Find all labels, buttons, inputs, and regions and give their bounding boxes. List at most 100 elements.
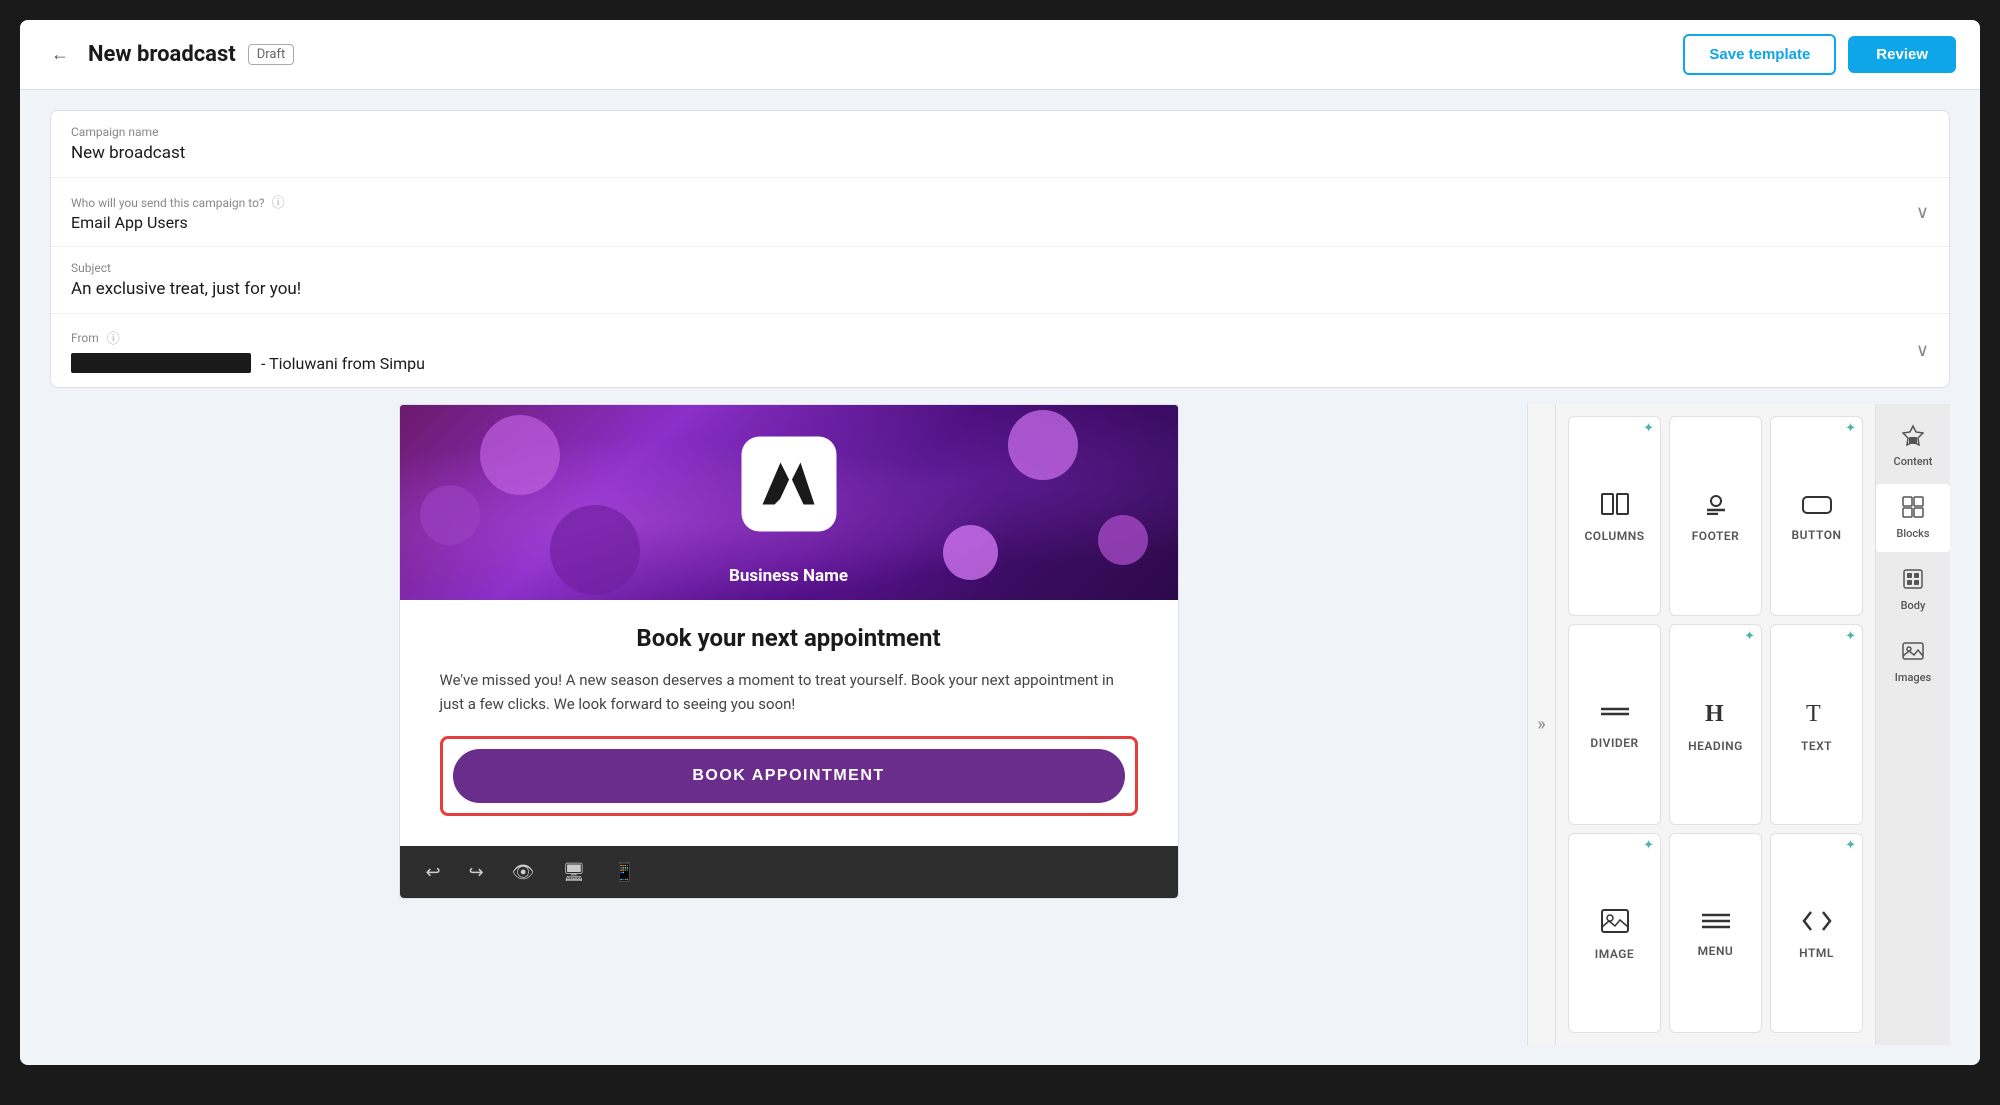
subject-value[interactable]: An exclusive treat, just for you! (71, 279, 1929, 299)
form-section: Campaign name New broadcast Who will you… (50, 110, 1950, 388)
draft-badge: Draft (248, 44, 295, 65)
from-info-icon: ⓘ (107, 328, 120, 347)
footer-icon (1704, 493, 1728, 521)
decor-flower-2 (420, 485, 480, 545)
save-template-button[interactable]: Save template (1683, 34, 1836, 75)
from-name: - Tioluwani from Simpu (261, 354, 425, 373)
blocks-grid: ✦ COLUMNS (1556, 404, 1875, 1045)
logo-icon (763, 463, 815, 505)
content-area: Campaign name New broadcast Who will you… (20, 90, 1980, 1065)
block-item-html[interactable]: ✦ HTML (1770, 833, 1863, 1033)
text-icon: T (1804, 699, 1830, 731)
images-panel-icon (1902, 640, 1924, 667)
right-panel-content[interactable]: Content (1876, 412, 1950, 480)
header: ← New broadcast Draft Save template Revi… (20, 20, 1980, 90)
page-title: New broadcast (88, 42, 236, 67)
block-item-menu[interactable]: MENU (1669, 833, 1762, 1033)
move-icon-heading: ✦ (1744, 629, 1755, 644)
heading-label: HEADING (1688, 739, 1743, 753)
from-value: - Tioluwani from Simpu (71, 353, 1916, 373)
divider-label: DIVIDER (1590, 736, 1638, 750)
editor-toolbar: ↩ ↪ 👁 🖥 📱 (400, 846, 1178, 898)
recipients-row: Who will you send this campaign to? ⓘ Em… (51, 178, 1949, 247)
move-icon-text: ✦ (1845, 629, 1856, 644)
from-email-bar (71, 353, 251, 373)
block-item-image[interactable]: ✦ IMAGE (1568, 833, 1661, 1033)
email-heading: Book your next appointment (440, 624, 1138, 652)
text-label: TEXT (1801, 739, 1832, 753)
hero-business-name: Business Name (729, 566, 848, 586)
recipients-dropdown-icon[interactable]: ∨ (1916, 202, 1929, 223)
block-item-text[interactable]: ✦ T TEXT (1770, 624, 1863, 824)
subject-label: Subject (71, 261, 1929, 275)
heading-icon: H (1703, 699, 1729, 731)
back-button[interactable]: ← (44, 39, 76, 71)
editor-sidebar-row: Business Name Book your next appointment… (50, 404, 1950, 1045)
back-icon: ← (51, 44, 69, 65)
decor-flower-4 (1098, 515, 1148, 565)
recipients-value: Email App Users (71, 213, 285, 232)
redo-button[interactable]: ↪ (463, 856, 490, 889)
preview-button[interactable]: 👁 (506, 856, 541, 889)
email-content: Book your next appointment We've missed … (400, 600, 1178, 846)
from-label: From ⓘ (71, 328, 1916, 347)
button-label: BUTTON (1792, 528, 1842, 542)
move-icon-image: ✦ (1643, 838, 1654, 853)
block-item-footer[interactable]: FOOTER (1669, 416, 1762, 616)
svg-text:T: T (1806, 701, 1821, 725)
block-item-columns[interactable]: ✦ COLUMNS (1568, 416, 1661, 616)
campaign-name-row: Campaign name New broadcast (51, 111, 1949, 178)
business-logo (741, 436, 836, 531)
html-label: HTML (1799, 946, 1834, 960)
email-body-text: We've missed you! A new season deserves … (440, 668, 1138, 716)
book-appointment-button[interactable]: BOOK APPOINTMENT (453, 749, 1125, 803)
header-right: Save template Review (1683, 34, 1956, 75)
image-label: IMAGE (1595, 947, 1634, 961)
body-panel-label: Body (1901, 599, 1926, 612)
email-editor: Business Name Book your next appointment… (50, 404, 1527, 1045)
button-highlight-container: BOOK APPOINTMENT (440, 736, 1138, 816)
divider-icon (1601, 703, 1629, 728)
desktop-view-button[interactable]: 🖥 (557, 856, 592, 889)
right-icon-panel: Content Blocks (1875, 404, 1950, 1045)
undo-button[interactable]: ↩ (420, 856, 447, 889)
images-panel-label: Images (1895, 671, 1931, 684)
block-item-button[interactable]: ✦ BUTTON (1770, 416, 1863, 616)
decor-flower-6 (943, 525, 998, 580)
from-row: From ⓘ - Tioluwani from Simpu ∨ (51, 314, 1949, 387)
right-panel-blocks[interactable]: Blocks (1876, 484, 1950, 552)
mobile-view-button[interactable]: 📱 (607, 856, 641, 889)
html-icon (1802, 910, 1832, 938)
email-canvas: Business Name Book your next appointment… (399, 404, 1179, 899)
review-button[interactable]: Review (1848, 36, 1956, 73)
image-icon (1601, 909, 1629, 939)
columns-label: COLUMNS (1584, 529, 1644, 543)
block-item-divider[interactable]: DIVIDER (1568, 624, 1661, 824)
blocks-panel-icon (1902, 496, 1924, 523)
move-icon-button: ✦ (1845, 421, 1856, 436)
blocks-sidebar: ✦ COLUMNS (1555, 404, 1875, 1045)
footer-label: FOOTER (1692, 529, 1740, 543)
columns-icon (1601, 493, 1629, 521)
info-icon: ⓘ (272, 196, 285, 211)
expand-icon: » (1537, 714, 1545, 735)
decor-flower-5 (550, 505, 640, 595)
header-left: ← New broadcast Draft (44, 39, 294, 71)
menu-icon (1702, 911, 1730, 936)
button-icon (1802, 495, 1832, 520)
move-icon-columns: ✦ (1643, 421, 1654, 436)
campaign-name-value[interactable]: New broadcast (71, 143, 1929, 163)
decor-flower-1 (480, 415, 560, 495)
from-dropdown-icon[interactable]: ∨ (1916, 340, 1929, 361)
right-panel-images[interactable]: Images (1876, 628, 1950, 696)
sidebar-expand-button[interactable]: » (1527, 404, 1555, 1045)
right-panel-body[interactable]: Body (1876, 556, 1950, 624)
content-panel-label: Content (1894, 455, 1933, 468)
decor-flower-3 (1008, 410, 1078, 480)
body-panel-icon (1902, 568, 1924, 595)
menu-label: MENU (1698, 944, 1734, 958)
recipients-label: Who will you send this campaign to? ⓘ (71, 192, 285, 211)
blocks-panel-label: Blocks (1896, 527, 1929, 540)
block-item-heading[interactable]: ✦ H HEADING (1669, 624, 1762, 824)
subject-row: Subject An exclusive treat, just for you… (51, 247, 1949, 314)
